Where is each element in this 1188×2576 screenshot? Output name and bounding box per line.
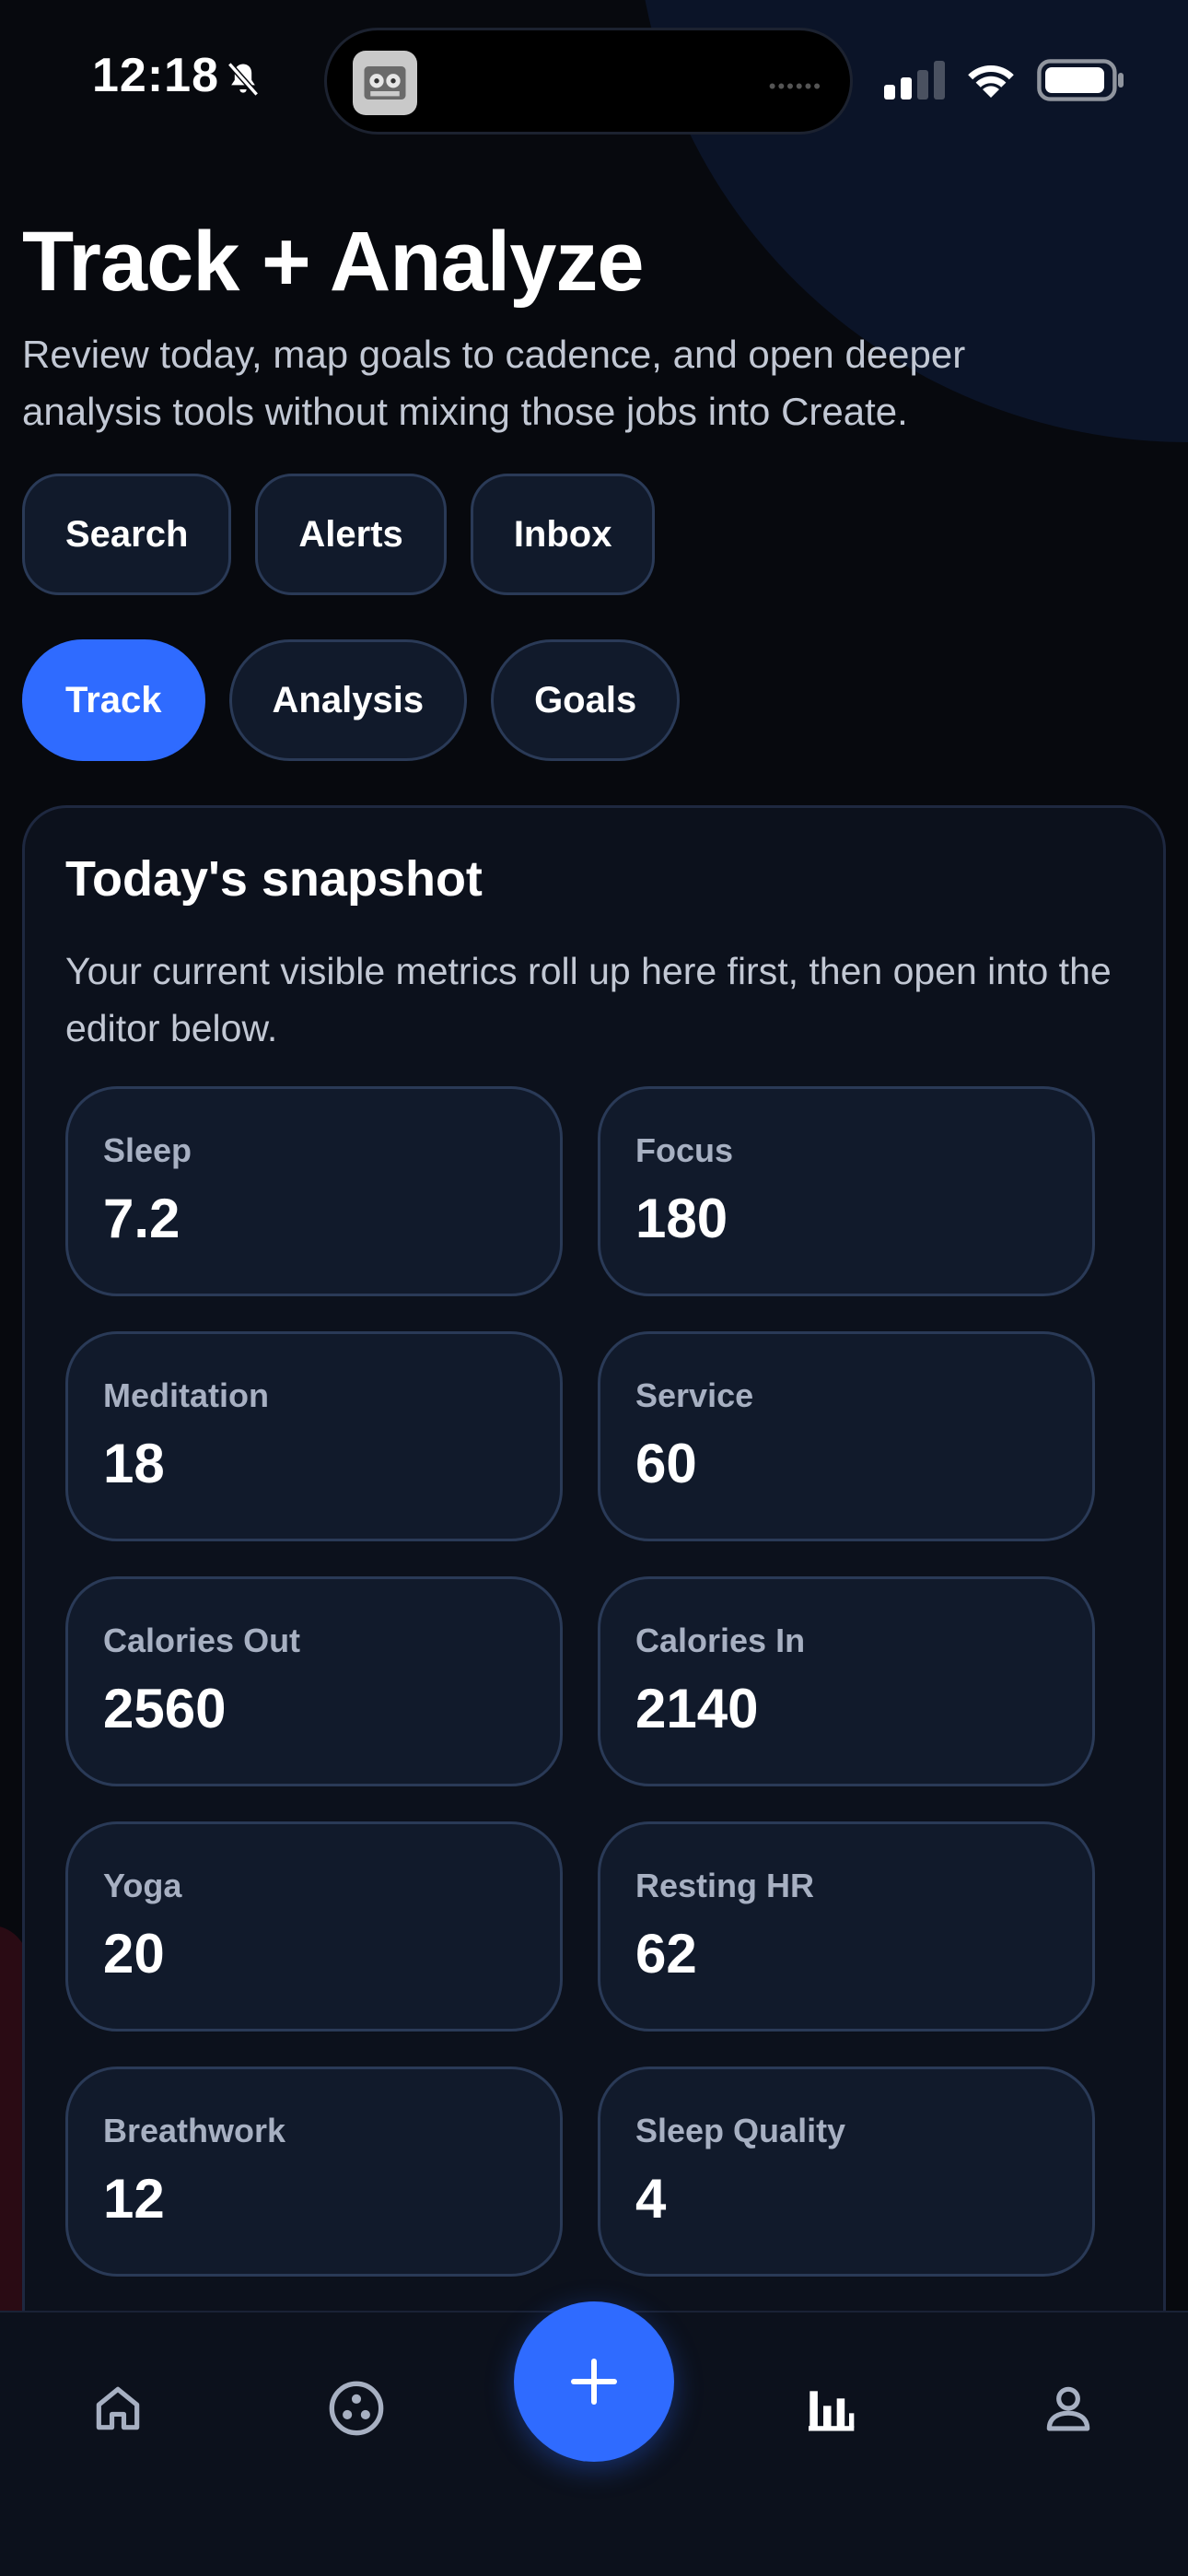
metric-value: 60 [635,1433,697,1494]
tab-analysis[interactable]: Analysis [228,639,468,761]
alerts-button[interactable]: Alerts [255,474,447,595]
metric-value: 2560 [103,1678,227,1739]
tab-goals[interactable]: Goals [491,639,681,761]
metric-tile-calories-in[interactable]: Calories In 2140 [598,1576,1095,1786]
tab-track[interactable]: Track [22,639,205,761]
metric-tile-service[interactable]: Service 60 [598,1331,1095,1541]
island-indicator: •••••• [768,75,822,98]
metric-tile-calories-out[interactable]: Calories Out 2560 [65,1576,563,1786]
metric-label: Resting HR [635,1867,815,1904]
snapshot-card: Today's snapshot Your current visible me… [22,805,1166,2418]
status-time: 12:18 [92,49,219,102]
community-icon [329,2381,384,2436]
metric-label: Sleep Quality [635,2112,846,2149]
chart-icon [809,2391,855,2431]
metric-label: Meditation [103,1376,269,1414]
snapshot-title: Today's snapshot [65,851,483,907]
metric-tile-sleep[interactable]: Sleep 7.2 [65,1086,563,1296]
cellular-signal-icon [884,61,945,100]
profile-icon [1046,2386,1090,2431]
inbox-button[interactable]: Inbox [470,474,656,595]
nav-community[interactable] [320,2371,393,2445]
metric-tile-resting-hr[interactable]: Resting HR 62 [598,1821,1095,2032]
metric-tile-yoga[interactable]: Yoga 20 [65,1821,563,2032]
metric-value: 180 [635,1188,728,1249]
metric-value: 18 [103,1433,165,1494]
metric-tile-breathwork[interactable]: Breathwork 12 [65,2067,563,2277]
now-playing-app-icon[interactable] [353,51,417,115]
metric-grid: Sleep 7.2 Focus 180 Meditation 18 Servic… [65,1086,1115,2415]
metric-label: Yoga [103,1867,182,1904]
metric-value: 2140 [635,1678,759,1739]
metric-label: Focus [635,1131,734,1169]
tape-recorder-icon [364,66,406,100]
metric-value: 7.2 [103,1188,181,1249]
metric-label: Breathwork [103,2112,286,2149]
search-button[interactable]: Search [22,474,232,595]
bell-muted-icon [227,62,259,97]
wifi-icon [968,64,1014,98]
plus-icon [571,2359,617,2405]
nav-analytics[interactable] [794,2371,868,2445]
action-row: Search Alerts Inbox [22,474,656,595]
battery-icon [1037,59,1124,101]
metric-value: 62 [635,1923,697,1985]
metric-label: Calories Out [103,1622,301,1659]
dynamic-island: •••••• [324,28,853,135]
metric-value: 20 [103,1923,165,1985]
nav-home[interactable] [81,2371,155,2445]
metric-tile-sleep-quality[interactable]: Sleep Quality 4 [598,2067,1095,2277]
metric-tile-meditation[interactable]: Meditation 18 [65,1331,563,1541]
status-bar: 12:18 •••••• [0,0,1188,166]
nav-profile[interactable] [1031,2371,1105,2445]
add-button[interactable] [514,2301,674,2462]
metric-label: Service [635,1376,754,1414]
metric-label: Calories In [635,1622,806,1659]
metric-label: Sleep [103,1131,192,1169]
snapshot-description: Your current visible metrics roll up her… [65,950,1112,1049]
metric-value: 12 [103,2168,165,2230]
metric-value: 4 [635,2168,667,2230]
tab-bar: Track Analysis Goals [22,639,681,761]
screen: 12:18 •••••• Track + Analyze Review toda… [0,0,1188,2576]
page-title: Track + Analyze [22,215,645,309]
page-subtitle: Review today, map goals to cadence, and … [22,333,966,433]
home-icon [96,2386,140,2430]
metric-tile-focus[interactable]: Focus 180 [598,1086,1095,1296]
